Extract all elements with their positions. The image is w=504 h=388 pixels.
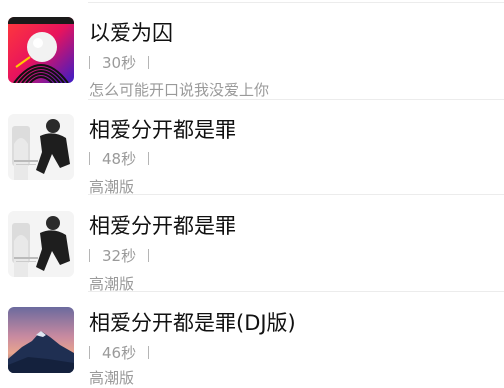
song-row[interactable]: 相爱分开都是罪(DJ版) 46秒 高潮版 <box>0 291 504 388</box>
song-row[interactable]: 相爱分开都是罪 48秒 高潮版 <box>0 97 504 196</box>
album-cover <box>8 114 74 180</box>
divider <box>89 345 90 359</box>
album-cover-art <box>8 211 74 277</box>
song-title: 相爱分开都是罪 <box>89 118 236 142</box>
song-title: 以爱为囚 <box>89 21 173 45</box>
divider <box>148 248 150 262</box>
divider <box>89 248 90 262</box>
song-duration: 32秒 <box>102 246 137 265</box>
divider <box>148 151 150 165</box>
song-title: 相爱分开都是罪(DJ版) <box>89 311 296 335</box>
divider <box>89 55 90 69</box>
song-meta: 30秒 <box>89 52 150 72</box>
album-cover-art <box>8 114 74 180</box>
song-row[interactable]: 相爱分开都是罪 32秒 高潮版 <box>0 194 504 293</box>
song-meta: 48秒 <box>89 148 150 168</box>
divider <box>89 151 90 165</box>
song-duration: 48秒 <box>102 149 137 168</box>
song-row[interactable]: 以爱为囚 30秒 怎么可能开口说我没爱上你 <box>0 0 504 100</box>
divider <box>148 55 150 69</box>
divider <box>148 345 150 359</box>
album-cover <box>8 17 74 83</box>
song-subtitle: 高潮版 <box>89 369 135 387</box>
album-cover-art <box>8 307 74 373</box>
album-cover <box>8 307 74 373</box>
song-meta: 32秒 <box>89 245 150 265</box>
song-title: 相爱分开都是罪 <box>89 214 236 238</box>
song-meta: 46秒 <box>89 342 150 362</box>
song-list: 以爱为囚 30秒 怎么可能开口说我没爱上你 相爱分开都是罪 48秒 高潮版 相爱… <box>0 0 504 387</box>
album-cover-art <box>8 17 74 83</box>
song-duration: 46秒 <box>102 343 137 362</box>
song-duration: 30秒 <box>102 53 137 72</box>
album-cover <box>8 211 74 277</box>
